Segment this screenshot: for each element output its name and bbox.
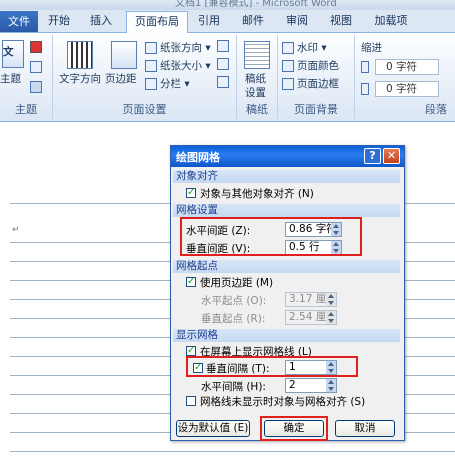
snap-when-hidden-checkbox[interactable] (186, 396, 196, 406)
tab-review[interactable]: 审阅 (280, 11, 314, 31)
h-spacing-spinner-icon[interactable] (331, 223, 341, 236)
show-grid-header: 显示网格 (173, 329, 400, 342)
grid-origin-header: 网格起点 (173, 260, 400, 273)
tab-view[interactable]: 视图 (324, 11, 358, 31)
size-icon (145, 60, 157, 72)
tab-insert[interactable]: 插入 (84, 11, 118, 31)
grid-settings-header: 网格设置 (173, 204, 400, 217)
use-margins-checkbox[interactable]: ✓ (186, 277, 196, 287)
vertical-interval-checkbox[interactable]: ✓ (193, 363, 203, 373)
use-margins-label: 使用页边距 (M) (200, 277, 274, 289)
columns-icon (145, 78, 157, 90)
snap-when-hidden-label: 网格线未显示时对象与网格对齐 (S) (200, 396, 366, 408)
object-align-header: 对象对齐 (173, 170, 400, 183)
themes-button-label[interactable]: 主题 (0, 71, 21, 86)
margins-button[interactable]: 页边距 (105, 71, 137, 86)
margins-icon[interactable] (111, 41, 137, 69)
vertical-interval-input[interactable]: 1 (285, 360, 337, 375)
indent-right-icon (361, 83, 372, 95)
page-color-button[interactable]: 页面颜色 (282, 58, 339, 73)
page-background-group-label: 页面背景 (294, 103, 338, 116)
breaks-icon[interactable] (217, 40, 232, 52)
paragraph-mark: ↵ (12, 225, 20, 235)
h-origin-label: 水平起点 (O): (201, 295, 267, 307)
watermark-button[interactable]: 水印 ▾ (282, 40, 327, 55)
page-borders-button[interactable]: 页面边框 (282, 76, 339, 91)
horizontal-interval-label: 水平间隔 (H): (201, 381, 266, 393)
horizontal-interval-input[interactable]: 2 (285, 378, 337, 393)
v-spacing-spinner-icon[interactable] (331, 241, 341, 254)
columns-button[interactable]: 分栏 ▾ (145, 76, 190, 91)
theme-text-glyph: 文 (3, 46, 14, 58)
orientation-button[interactable]: 纸张方向 ▾ (145, 40, 211, 55)
ok-button[interactable]: 确定 (264, 420, 324, 437)
tab-references[interactable]: 引用 (192, 11, 226, 31)
theme-fonts-icon[interactable] (30, 61, 45, 73)
text-direction-icon[interactable] (67, 41, 93, 69)
v-spacing-label: 垂直间距 (V): (186, 243, 251, 255)
show-gridlines-label: 在屏幕上显示网格线 (L) (200, 346, 312, 358)
size-button[interactable]: 纸张大小 ▾ (145, 58, 211, 73)
h-spacing-label: 水平间距 (Z): (186, 225, 251, 237)
indent-right-input[interactable]: 0 字符 (375, 81, 439, 97)
help-icon[interactable]: ? (364, 148, 381, 164)
page-setup-group-label: 页面设置 (122, 103, 167, 116)
v-origin-spinner-icon[interactable] (326, 311, 336, 324)
tab-mailings[interactable]: 邮件 (236, 11, 270, 31)
set-default-button[interactable]: 设为默认值 (E) (176, 420, 250, 437)
draft-group: 稿纸 设置 稿纸 (237, 35, 278, 119)
page-setup-group: 文字方向 页边距 纸张方向 ▾ 纸张大小 ▾ 分栏 ▾ 页面设置 (53, 35, 237, 119)
indent-left-input[interactable]: 0 字符 (375, 59, 439, 75)
tab-home[interactable]: 开始 (42, 11, 76, 31)
v-origin-label: 垂直起点 (R): (201, 313, 266, 325)
theme-effects-icon[interactable] (30, 81, 45, 93)
page-borders-icon (282, 78, 294, 90)
tab-addins[interactable]: 加载项 (368, 11, 414, 31)
orientation-icon (145, 42, 157, 54)
draft-group-label: 稿纸 (246, 103, 268, 116)
close-icon[interactable]: ✕ (383, 148, 400, 164)
tab-page-layout[interactable]: 页面布局 (126, 11, 188, 33)
snap-to-objects-label: 对象与其他对象对齐 (N) (200, 188, 314, 200)
hyphenation-icon[interactable] (217, 76, 232, 88)
horizontal-interval-spinner-icon[interactable] (326, 379, 336, 392)
drawing-grid-dialog: 绘图网格 ? ✕ 对象对齐 ✓ 对象与其他对象对齐 (N) 网格设置 水平间距 … (170, 145, 405, 441)
ribbon: 文 主题 主题 文字方向 页边距 纸张方向 ▾ 纸张大小 ▾ 分栏 ▾ 页面设置… (0, 33, 455, 122)
v-spacing-input[interactable]: 0.5 行 (285, 240, 342, 255)
ribbon-tab-row: 文件 开始 插入 页面布局 引用 邮件 审阅 视图 加载项 (0, 10, 455, 33)
h-origin-spinner-icon[interactable] (326, 293, 336, 306)
snap-to-objects-checkbox[interactable]: ✓ (186, 188, 196, 198)
dialog-title-bar[interactable]: 绘图网格 ? ✕ (171, 146, 404, 167)
grid-line (10, 451, 455, 452)
draft-settings-line2[interactable]: 设置 (245, 85, 266, 100)
dialog-title: 绘图网格 (176, 151, 220, 164)
paragraph-group: 缩进 0 字符 0 字符 段落 (355, 35, 455, 119)
page-background-group: 水印 ▾ 页面颜色 页面边框 页面背景 (278, 35, 355, 119)
draft-paper-icon[interactable] (244, 41, 270, 69)
vertical-interval-spinner-icon[interactable] (326, 361, 336, 374)
theme-colors-icon[interactable] (30, 41, 45, 53)
cancel-button[interactable]: 取消 (335, 420, 395, 437)
draft-settings-line1[interactable]: 稿纸 (245, 71, 266, 86)
h-spacing-input[interactable]: 0.86 字符 (285, 222, 342, 237)
window-title: 文档1 [兼容模式] - Microsoft Word (175, 0, 337, 9)
line-numbers-icon[interactable] (217, 58, 232, 70)
watermark-icon (282, 42, 294, 54)
tab-file[interactable]: 文件 (0, 11, 38, 32)
paragraph-group-label: 段落 (425, 103, 447, 116)
window-title-bar: 文档1 [兼容模式] - Microsoft Word (0, 0, 455, 10)
show-gridlines-checkbox[interactable]: ✓ (186, 346, 196, 356)
indent-left-icon (361, 61, 372, 73)
h-origin-input[interactable]: 3.17 厘米 (285, 292, 337, 307)
v-origin-input[interactable]: 2.54 厘米 (285, 310, 337, 325)
text-direction-button[interactable]: 文字方向 (59, 71, 101, 86)
vertical-interval-label: 垂直间隔 (T): (206, 363, 270, 375)
theme-group-label: 主题 (15, 103, 37, 116)
page-color-icon (282, 60, 294, 72)
indent-label: 缩进 (361, 42, 382, 54)
theme-group: 文 主题 主题 (0, 35, 53, 119)
